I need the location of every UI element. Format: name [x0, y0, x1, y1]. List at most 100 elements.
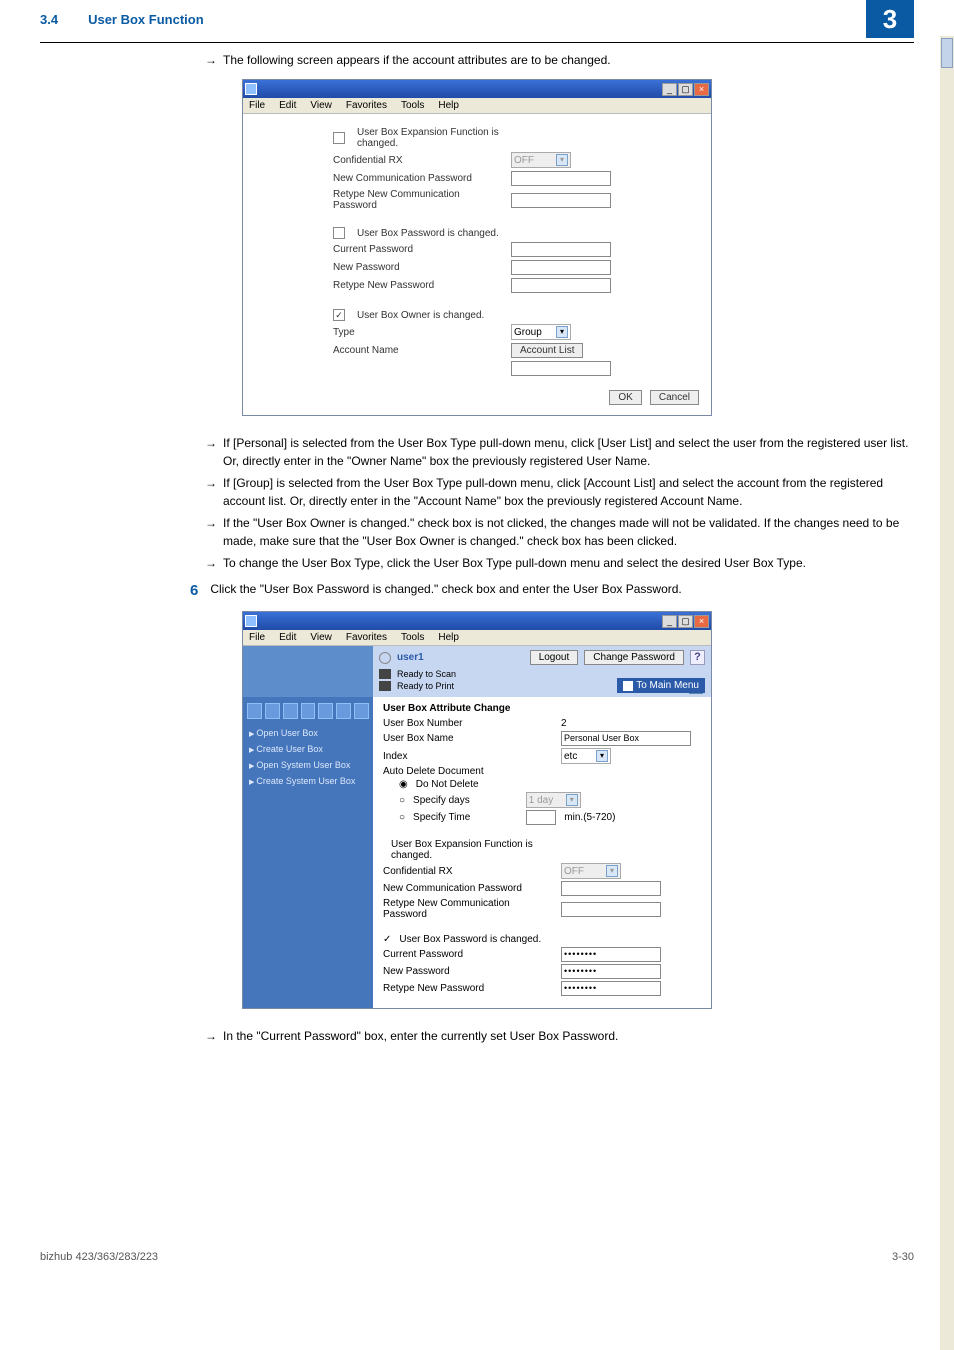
menu-edit[interactable]: Edit: [279, 100, 296, 111]
chevron-down-icon: ▾: [556, 326, 568, 338]
new-pwd-input-2[interactable]: ••••••••: [561, 964, 661, 979]
current-pwd-input-2[interactable]: ••••••••: [561, 947, 661, 962]
account-list-button[interactable]: Account List: [511, 343, 583, 358]
days-select[interactable]: 1 day▾: [526, 792, 581, 808]
menubar[interactable]: File Edit View Favorites Tools Help: [243, 630, 711, 646]
sidebar-icon[interactable]: [265, 703, 280, 719]
logout-button[interactable]: Logout: [530, 650, 579, 665]
menu-help[interactable]: Help: [438, 632, 459, 643]
change-password-button[interactable]: Change Password: [584, 650, 684, 665]
account-name-input[interactable]: [511, 361, 611, 376]
expansion-header: User Box Expansion Function is changed.: [357, 127, 527, 149]
specifytime-label: Specify Time: [413, 812, 470, 823]
radio-specifytime[interactable]: ○: [399, 812, 405, 823]
time-input[interactable]: [526, 810, 556, 825]
menu-view[interactable]: View: [310, 100, 332, 111]
radio-specifydays[interactable]: ○: [399, 795, 405, 806]
intro-note: The following screen appears if the acco…: [223, 51, 611, 69]
radio-donotdelete[interactable]: ◉: [399, 779, 408, 790]
menu-tools[interactable]: Tools: [401, 632, 424, 643]
close-button[interactable]: ×: [694, 615, 709, 628]
pwd-changed-checkbox-2[interactable]: ✓: [383, 934, 391, 945]
chevron-down-icon: ▾: [596, 750, 608, 762]
maximize-button[interactable]: ▢: [678, 615, 693, 628]
to-main-menu-button[interactable]: To Main Menu: [617, 678, 705, 693]
minimize-button[interactable]: _: [662, 615, 677, 628]
cancel-button[interactable]: Cancel: [650, 390, 699, 405]
menu-favorites[interactable]: Favorites: [346, 632, 387, 643]
help-icon[interactable]: ?: [690, 650, 705, 665]
current-pwd-input[interactable]: [511, 242, 611, 257]
instruction-list: →If [Personal] is selected from the User…: [205, 434, 914, 572]
arrow-icon: →: [205, 514, 217, 550]
window-icon: [245, 615, 257, 627]
time-unit: min.(5-720): [564, 812, 615, 823]
new-pwd-input[interactable]: [511, 260, 611, 275]
type-select[interactable]: Group▾: [511, 324, 571, 340]
arrow-icon: →: [205, 474, 217, 510]
menu-help[interactable]: Help: [438, 100, 459, 111]
index-select[interactable]: etc▾: [561, 748, 611, 764]
sidebar-create-user-box[interactable]: Create User Box: [247, 741, 369, 757]
window-titlebar: _ ▢ ×: [243, 612, 711, 630]
new-comm-pwd-label: New Communication Password: [333, 173, 503, 184]
scrollbar[interactable]: [940, 36, 954, 1350]
status-print: Ready to Print: [397, 681, 454, 691]
sidebar-icon[interactable]: [354, 703, 369, 719]
box-number-value: 2: [561, 718, 567, 729]
sidebar-open-user-box[interactable]: Open User Box: [247, 725, 369, 741]
new-comm-pwd-input-2[interactable]: [561, 881, 661, 896]
step-text: Click the "User Box Password is changed.…: [210, 582, 681, 596]
menu-favorites[interactable]: Favorites: [346, 100, 387, 111]
type-label: Type: [333, 327, 503, 338]
retype-pwd-input-2[interactable]: ••••••••: [561, 981, 661, 996]
menu-view[interactable]: View: [310, 632, 332, 643]
sidebar-icon[interactable]: [318, 703, 333, 719]
current-pwd-label-2: Current Password: [383, 949, 553, 960]
sidebar-icon[interactable]: [283, 703, 298, 719]
sidebar-icon[interactable]: [247, 703, 262, 719]
arrow-icon: →: [205, 1027, 217, 1045]
sidebar-open-system-user-box[interactable]: Open System User Box: [247, 757, 369, 773]
pwd-changed-header: User Box Password is changed.: [357, 228, 527, 239]
pwd-changed-checkbox[interactable]: [333, 227, 345, 239]
bullet-4: To change the User Box Type, click the U…: [223, 554, 806, 572]
specifydays-label: Specify days: [413, 795, 470, 806]
confidential-rx-select-2[interactable]: OFF▾: [561, 863, 621, 879]
user-icon: [379, 652, 391, 664]
new-pwd-label-2: New Password: [383, 966, 553, 977]
menu-tools[interactable]: Tools: [401, 100, 424, 111]
sidebar-icon[interactable]: [336, 703, 351, 719]
expansion-checkbox[interactable]: [333, 132, 345, 144]
section-number: 3.4: [40, 12, 58, 27]
dialog-password-change: _ ▢ × File Edit View Favorites Tools Hel…: [242, 611, 712, 1009]
confidential-rx-label-2: Confidential RX: [383, 866, 553, 877]
menu-edit[interactable]: Edit: [279, 632, 296, 643]
ok-button[interactable]: OK: [609, 390, 641, 405]
close-button[interactable]: ×: [694, 83, 709, 96]
menu-file[interactable]: File: [249, 100, 265, 111]
sidebar-icon[interactable]: [301, 703, 316, 719]
account-name-label: Account Name: [333, 345, 503, 356]
owner-changed-checkbox[interactable]: ✓: [333, 309, 345, 321]
arrow-icon: →: [205, 51, 217, 69]
maximize-button[interactable]: ▢: [678, 83, 693, 96]
retype-pwd-label-2: Retype New Password: [383, 983, 553, 994]
bullet-1: If [Personal] is selected from the User …: [223, 434, 914, 470]
box-name-input[interactable]: Personal User Box: [561, 731, 691, 746]
minimize-button[interactable]: _: [662, 83, 677, 96]
retype-comm-pwd-label-2: Retype New Communication Password: [383, 898, 553, 920]
dialog-owner-change: _ ▢ × File Edit View Favorites Tools Hel…: [242, 79, 712, 416]
menubar[interactable]: File Edit View Favorites Tools Help: [243, 98, 711, 114]
sidebar-create-system-user-box[interactable]: Create System User Box: [247, 773, 369, 789]
new-comm-pwd-input[interactable]: [511, 171, 611, 186]
status-scan: Ready to Scan: [397, 669, 456, 679]
retype-comm-pwd-input[interactable]: [511, 193, 611, 208]
confidential-rx-select[interactable]: OFF▾: [511, 152, 571, 168]
box-name-label: User Box Name: [383, 733, 553, 744]
retype-comm-pwd-input-2[interactable]: [561, 902, 661, 917]
confidential-rx-label: Confidential RX: [333, 155, 503, 166]
arrow-icon: →: [205, 554, 217, 572]
retype-pwd-input[interactable]: [511, 278, 611, 293]
menu-file[interactable]: File: [249, 632, 265, 643]
